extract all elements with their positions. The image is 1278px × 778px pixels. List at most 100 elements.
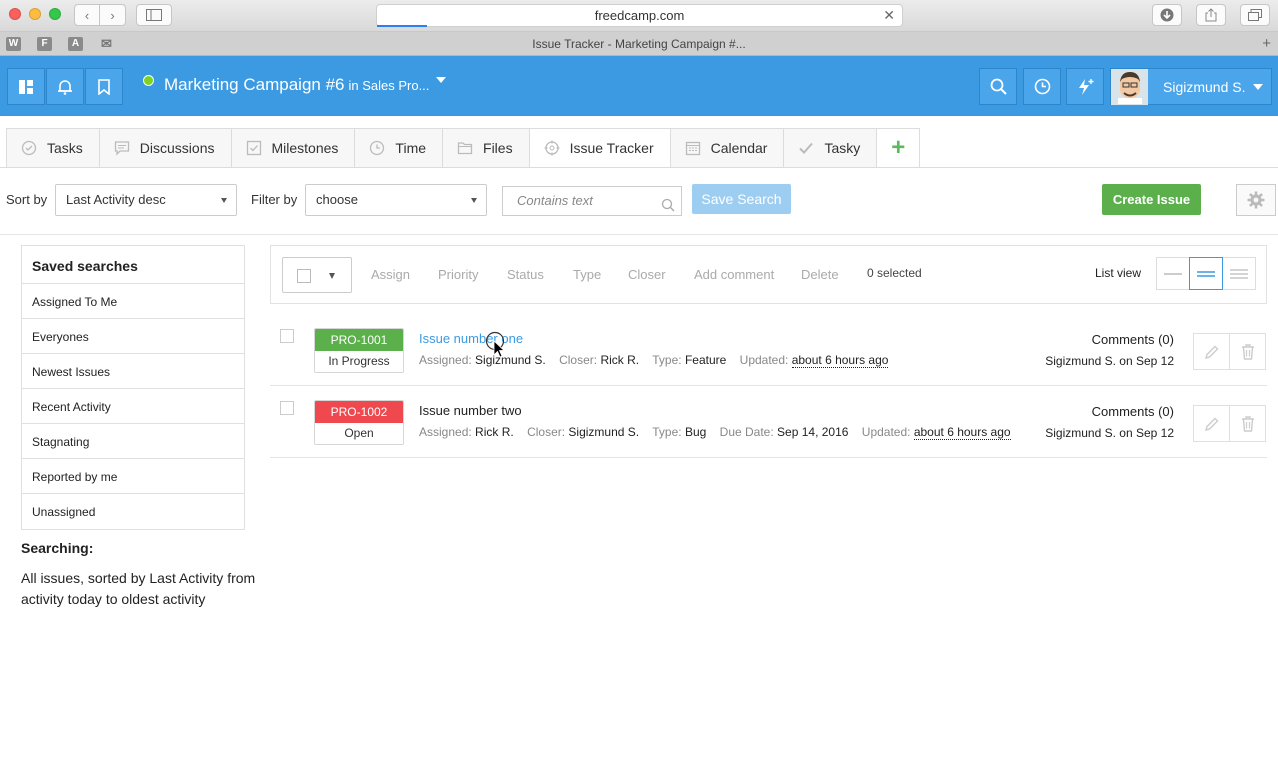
notifications-button[interactable] [46,68,84,105]
add-comment-action[interactable]: Add comment [694,267,774,282]
checkmark-icon [798,140,814,156]
saved-search-assigned-to-me[interactable]: Assigned To Me [22,284,244,319]
edit-issue-button[interactable] [1193,405,1230,442]
tab-tasks[interactable]: Tasks [6,128,100,168]
closer-action[interactable]: Closer [628,267,666,282]
compact-view-button[interactable] [1156,257,1190,290]
issue-actions [1193,333,1266,370]
forward-button[interactable]: › [100,4,126,26]
window-controls [9,8,61,20]
downloads-button[interactable] [1152,4,1182,26]
quick-add-button[interactable] [1066,68,1104,105]
type-label: Type: [652,425,682,439]
tab-tasky[interactable]: Tasky [784,128,878,168]
save-search-button[interactable]: Save Search [692,184,791,214]
updated-value: about 6 hours ago [913,425,1011,440]
assigned-value: Rick R. [475,425,514,439]
bell-icon [58,79,72,95]
browser-toolbar: ‹ › freedcamp.com ✕ [0,0,1278,32]
close-window-button[interactable] [9,8,21,20]
tab-calendar[interactable]: Calendar [670,128,785,168]
saved-search-stagnating[interactable]: Stagnating [22,424,244,459]
comments-count[interactable]: Comments (0) [1045,404,1174,419]
tab-discussions[interactable]: Discussions [99,128,232,168]
type-action[interactable]: Type [573,267,601,282]
tab-time[interactable]: Time [355,128,444,168]
issue-row[interactable]: PRO-1002 Open Issue number two Assigned:… [270,386,1267,458]
maximize-window-button[interactable] [49,8,61,20]
url-text: freedcamp.com [594,8,685,23]
project-switcher-caret[interactable] [436,77,446,83]
address-bar[interactable]: freedcamp.com ✕ [376,4,903,27]
issue-title-link[interactable]: Issue number two [419,403,522,418]
minimize-window-button[interactable] [29,8,41,20]
project-group: in Sales Pro... [348,78,430,93]
filter-select[interactable]: choose [305,184,487,216]
project-title[interactable]: Marketing Campaign #6 in Sales Pro... [164,75,429,95]
saved-search-unassigned[interactable]: Unassigned [22,494,244,529]
edit-issue-button[interactable] [1193,333,1230,370]
create-issue-button[interactable]: Create Issue [1102,184,1201,215]
delete-issue-button[interactable] [1229,333,1266,370]
created-by: Sigizmund S. on Sep 12 [1045,354,1174,368]
dashboard-button[interactable] [7,68,45,105]
bookmarks-button[interactable] [85,68,123,105]
saved-search-recent-activity[interactable]: Recent Activity [22,389,244,424]
tab-milestones[interactable]: Milestones [231,128,356,168]
back-button[interactable]: ‹ [74,4,100,26]
comments-count[interactable]: Comments (0) [1045,332,1174,347]
issue-actions [1193,405,1266,442]
normal-view-button[interactable] [1189,257,1223,290]
saved-search-everyones[interactable]: Everyones [22,319,244,354]
add-app-button[interactable]: + [877,128,921,168]
assigned-label: Assigned: [419,425,472,439]
delete-action[interactable]: Delete [801,267,839,282]
double-line-icon [1197,270,1215,277]
dashboard-icon [19,79,33,94]
search-button[interactable] [979,68,1017,105]
check-circle-icon [21,140,37,156]
user-menu[interactable]: Sigizmund S. [1110,68,1272,105]
closer-value: Sigizmund S. [568,425,640,439]
priority-action[interactable]: Priority [438,267,478,282]
project-status-dot [143,75,154,86]
saved-search-newest-issues[interactable]: Newest Issues [22,354,244,389]
share-icon [1205,8,1217,22]
sort-select[interactable]: Last Activity desc [55,184,237,216]
gear-icon [1247,191,1265,209]
view-density-switcher [1156,257,1256,290]
issue-row[interactable]: PRO-1001 In Progress Issue number one As… [270,314,1267,386]
status-action[interactable]: Status [507,267,544,282]
speech-bubble-icon [114,140,130,156]
triple-line-icon [1230,268,1248,279]
tab-label: Tasks [47,140,83,156]
chevron-down-icon [471,198,477,203]
expanded-view-button[interactable] [1222,257,1256,290]
stop-loading-icon[interactable]: ✕ [883,5,895,26]
tab-files[interactable]: Files [443,128,530,168]
select-all-dropdown[interactable] [282,257,352,293]
user-avatar-icon [1117,71,1142,104]
plus-icon: + [891,134,906,161]
settings-button[interactable] [1236,184,1276,216]
search-input[interactable]: Contains text [502,186,682,216]
browser-tab-title[interactable]: Issue Tracker - Marketing Campaign #... [0,37,1278,51]
delete-issue-button[interactable] [1229,405,1266,442]
select-all-checkbox[interactable] [297,269,311,283]
sidebar-toggle-button[interactable] [136,4,172,26]
recent-activity-button[interactable] [1023,68,1061,105]
share-button[interactable] [1196,4,1226,26]
new-tab-button[interactable]: + [1262,35,1271,52]
issue-checkbox[interactable] [280,329,294,343]
tabs-overview-button[interactable] [1240,4,1270,26]
clock-icon [369,140,385,156]
issue-title-link[interactable]: Issue number one [419,331,523,346]
bulk-actions-toolbar: Assign Priority Status Type Closer Add c… [270,245,1267,304]
filter-value: choose [316,192,358,207]
tab-issue-tracker[interactable]: Issue Tracker [529,128,671,168]
issue-checkbox[interactable] [280,401,294,415]
saved-search-reported-by-me[interactable]: Reported by me [22,459,244,494]
issue-status[interactable]: In Progress [315,351,403,372]
assign-action[interactable]: Assign [371,267,410,282]
issue-status[interactable]: Open [315,423,403,444]
